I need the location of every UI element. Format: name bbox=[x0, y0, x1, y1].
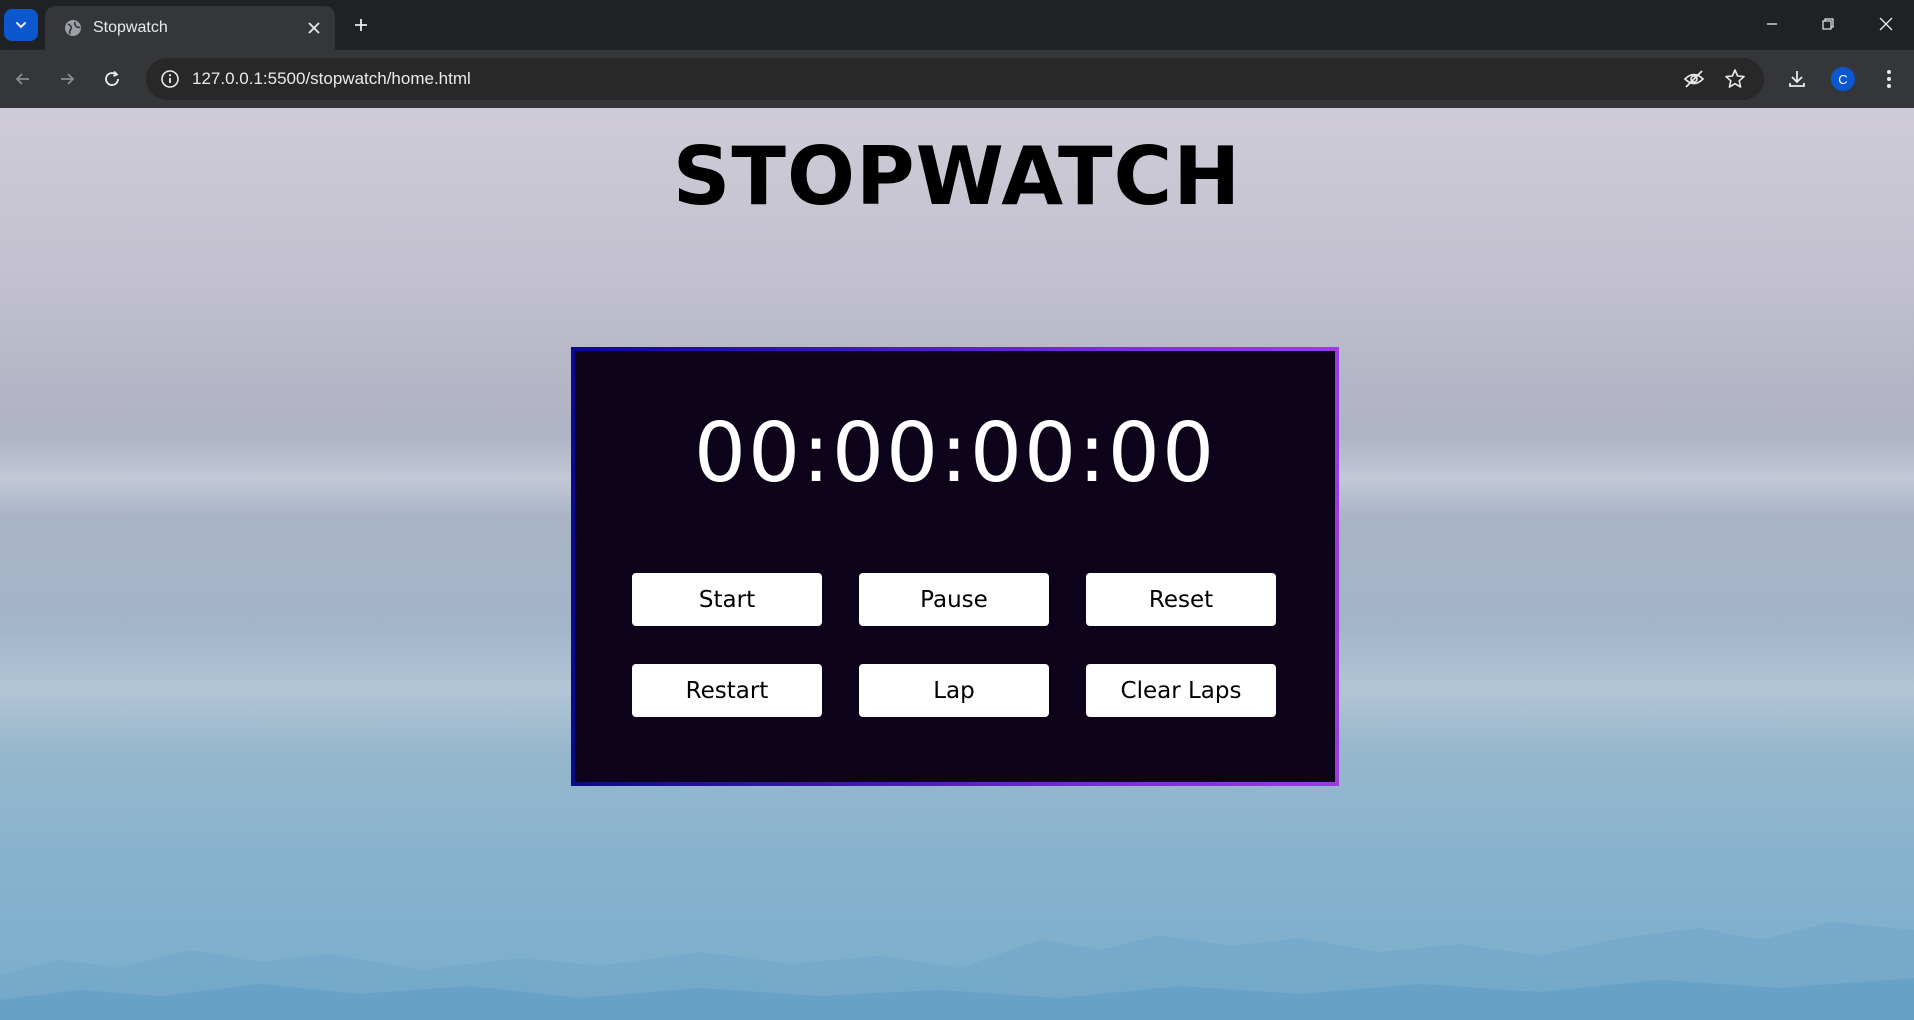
arrow-right-icon bbox=[61, 73, 75, 85]
clear-laps-button[interactable]: Clear Laps bbox=[1086, 664, 1276, 717]
url-text[interactable]: 127.0.0.1:5500/stopwatch/home.html bbox=[192, 58, 471, 100]
start-button[interactable]: Start bbox=[632, 573, 822, 626]
minimize-icon bbox=[1767, 23, 1777, 25]
close-icon bbox=[1879, 17, 1893, 31]
close-window-button[interactable] bbox=[1866, 8, 1906, 40]
lap-button[interactable]: Lap bbox=[859, 664, 1049, 717]
site-info-icon[interactable] bbox=[156, 65, 184, 93]
bookmark-star-icon[interactable] bbox=[1723, 67, 1747, 91]
restart-button[interactable]: Restart bbox=[632, 664, 822, 717]
restore-icon bbox=[1822, 18, 1834, 30]
minimize-button[interactable] bbox=[1752, 8, 1792, 40]
globe-icon bbox=[63, 18, 83, 38]
reset-button[interactable]: Reset bbox=[1086, 573, 1276, 626]
close-tab-icon[interactable] bbox=[303, 17, 325, 39]
page-title: STOPWATCH bbox=[672, 130, 1242, 223]
active-tab[interactable]: Stopwatch bbox=[45, 6, 335, 50]
back-button[interactable] bbox=[8, 64, 38, 94]
mountain-silhouette bbox=[0, 922, 1914, 1020]
browser-tab-bar: Stopwatch bbox=[0, 0, 1914, 50]
reload-icon bbox=[105, 70, 119, 86]
tab-title: Stopwatch bbox=[93, 19, 168, 36]
stopwatch-panel: 00:00:00:00 Start Pause Reset Restart La… bbox=[571, 347, 1339, 786]
tab-search-button[interactable] bbox=[4, 9, 38, 41]
restore-button[interactable] bbox=[1808, 8, 1848, 40]
arrow-left-icon bbox=[15, 73, 29, 85]
reload-button[interactable] bbox=[97, 64, 127, 94]
more-menu-icon[interactable] bbox=[1874, 64, 1904, 94]
pause-button[interactable]: Pause bbox=[859, 573, 1049, 626]
browser-toolbar: 127.0.0.1:5500/stopwatch/home.html C bbox=[0, 50, 1914, 108]
new-tab-button[interactable] bbox=[348, 12, 374, 38]
plus-icon bbox=[355, 19, 367, 31]
address-bar[interactable]: 127.0.0.1:5500/stopwatch/home.html bbox=[146, 58, 1764, 100]
download-icon[interactable] bbox=[1782, 64, 1812, 94]
forward-button[interactable] bbox=[52, 64, 82, 94]
eye-off-icon[interactable] bbox=[1682, 67, 1706, 91]
stopwatch-inner: 00:00:00:00 Start Pause Reset Restart La… bbox=[575, 351, 1335, 782]
chevron-down-icon bbox=[16, 22, 26, 29]
page-viewport: STOPWATCH 00:00:00:00 Start Pause Reset … bbox=[0, 108, 1914, 1020]
profile-avatar[interactable]: C bbox=[1831, 67, 1855, 91]
time-display: 00:00:00:00 bbox=[693, 406, 1217, 501]
